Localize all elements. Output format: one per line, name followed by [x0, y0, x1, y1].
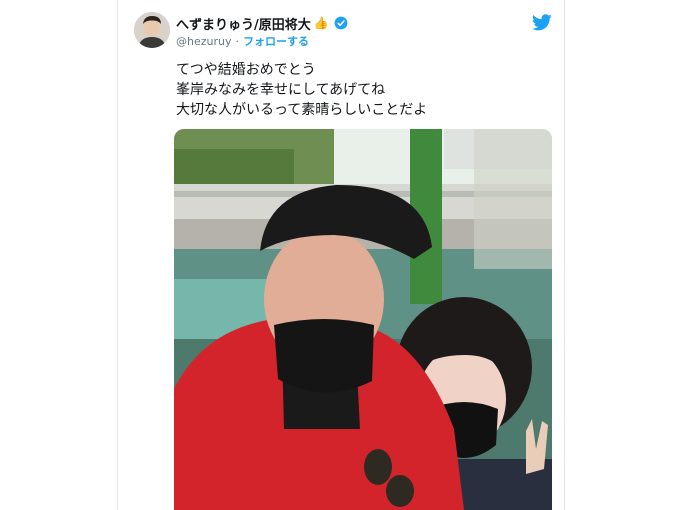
tweet-photo[interactable] — [174, 129, 552, 510]
twitter-bird-icon[interactable] — [532, 14, 552, 31]
verified-badge-icon — [334, 16, 348, 30]
tweet-text: てつや結婚おめでとう 峯岸みなみを幸せにしてあげてね 大切な人がいるって素晴らし… — [176, 60, 546, 120]
user-handle[interactable]: @hezuruy — [176, 35, 232, 48]
avatar[interactable] — [134, 12, 170, 48]
tweet-line-1: てつや結婚おめでとう — [176, 62, 316, 78]
tweet-line-2: 峯岸みなみを幸せにしてあげてね — [176, 82, 386, 98]
handle-row: @hezuruy · フォローする — [176, 33, 309, 49]
follow-link[interactable]: フォローする — [243, 33, 309, 49]
separator-dot: · — [235, 34, 240, 48]
tweet-card: へずまりゅう/原田将大 👍 @hezuruy · フォローする てつや結婚おめで… — [117, 0, 565, 510]
display-name[interactable]: へずまりゅう/原田将大 — [176, 14, 311, 33]
display-name-row[interactable]: へずまりゅう/原田将大 👍 — [176, 14, 348, 33]
tweet-line-3: 大切な人がいるって素晴らしいことだよ — [176, 102, 428, 118]
thumbs-up-emoji: 👍 — [313, 16, 329, 30]
